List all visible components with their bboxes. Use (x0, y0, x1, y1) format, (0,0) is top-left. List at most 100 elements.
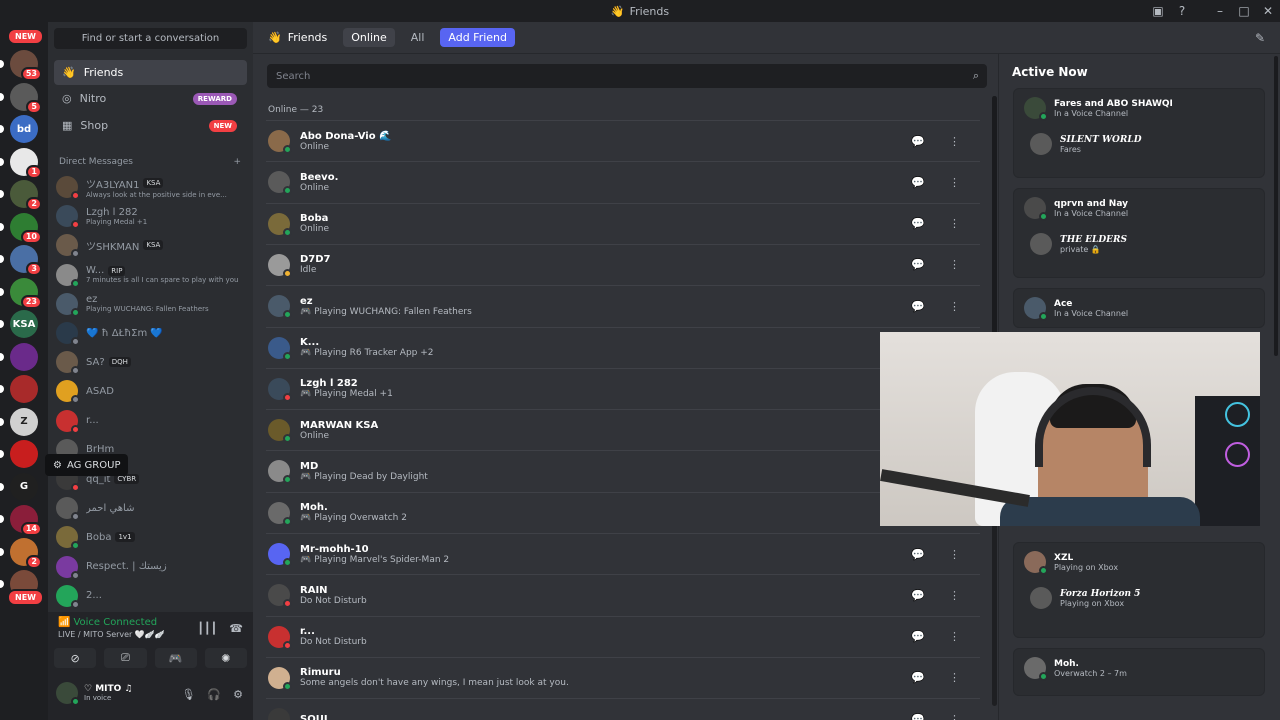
minimize-button[interactable]: – (1208, 4, 1232, 18)
more-icon[interactable]: ⋮ (949, 589, 960, 602)
settings-icon[interactable]: ⚙ (233, 688, 243, 701)
camera-button[interactable]: ⊘ (54, 648, 97, 668)
server-icon[interactable]: 2 (10, 180, 42, 211)
friend-row[interactable]: ez 🎮 Playing WUCHANG: Fallen Feathers 💬 ⋮ (266, 285, 980, 326)
find-conversation-button[interactable]: Find or start a conversation (54, 28, 247, 49)
message-icon[interactable]: 💬 (911, 300, 925, 313)
server-icon[interactable] (10, 342, 38, 371)
dm-item[interactable]: شاهي احمر (56, 494, 246, 522)
new-group-dm-icon[interactable]: ✎ (1255, 31, 1265, 45)
message-icon[interactable]: 💬 (911, 135, 925, 148)
server-icon[interactable]: bd (10, 115, 38, 143)
more-icon[interactable]: ⋮ (949, 176, 960, 189)
friend-row[interactable]: SOUL 💬 ⋮ (266, 698, 980, 720)
inbox-icon[interactable]: ▣ (1146, 4, 1170, 18)
nav-shop[interactable]: ▦ Shop NEW (54, 113, 247, 138)
dm-item[interactable]: Respect. | زيستك (56, 553, 246, 581)
friend-row[interactable]: Abo Dona-Vio 🌊 Online 💬 ⋮ (266, 120, 980, 161)
headphones-icon[interactable]: 🎧 (207, 688, 221, 701)
dm-item[interactable]: 💙 ħ ΔŁħΣm 💙 (56, 319, 246, 347)
activity-card[interactable]: XZL Playing on Xbox Forza Horizon 5 Play… (1013, 542, 1265, 638)
maximize-button[interactable]: □ (1232, 4, 1256, 18)
message-icon[interactable]: 💬 (911, 630, 925, 643)
friend-row[interactable]: D7D7 Idle 💬 ⋮ (266, 243, 980, 285)
message-icon[interactable]: 💬 (911, 671, 925, 684)
dm-item[interactable]: ez Playing WUCHANG: Fallen Feathers (56, 290, 246, 318)
friend-row[interactable]: Moh. 🎮 Playing Overwatch 2 💬⋮ (266, 491, 980, 533)
message-icon[interactable]: 💬 (911, 176, 925, 189)
server-icon[interactable]: Z (10, 407, 38, 436)
server-icon[interactable]: 3 (10, 245, 42, 276)
friend-row[interactable]: Lzgh l 282 🎮 Playing Medal +1 💬⋮ (266, 367, 980, 409)
more-icon[interactable]: ⋮ (949, 217, 960, 230)
server-icon[interactable] (10, 375, 38, 403)
activity-card[interactable]: Moh. Overwatch 2 – 7m (1013, 648, 1265, 696)
server-icon[interactable]: 10 (10, 212, 42, 244)
dm-item[interactable]: ASAD (56, 377, 246, 405)
add-friend-button[interactable]: Add Friend (440, 28, 516, 47)
dm-item[interactable]: 2... (56, 582, 246, 610)
search-input[interactable]: Search ⌕ (267, 64, 987, 88)
more-icon[interactable]: ⋮ (949, 671, 960, 684)
server-icon[interactable]: G (10, 472, 38, 501)
more-icon[interactable]: ⋮ (949, 630, 960, 643)
create-dm-button[interactable]: + (233, 157, 241, 167)
friend-row[interactable]: RAIN Do Not Disturb 💬 ⋮ (266, 574, 980, 615)
message-icon[interactable]: 💬 (911, 713, 925, 720)
friend-row[interactable]: Rimuru Some angels don't have any wings,… (266, 656, 980, 698)
user-info[interactable]: ♡ MITO ♫ In voice (56, 682, 133, 706)
voice-channel[interactable]: LIVE / MITO Server 🤍🪽🪽 (58, 630, 165, 639)
friend-row[interactable]: Mr-mohh-10 🎮 Playing Marvel's Spider-Man… (266, 533, 980, 574)
voice-status[interactable]: 📶 Voice Connected (58, 617, 157, 628)
activity-button[interactable]: 🎮 (154, 648, 197, 668)
friend-row[interactable]: Beevo. Online 💬 ⋮ (266, 161, 980, 202)
server-icon[interactable]: 14 (10, 505, 42, 536)
dm-item[interactable]: ツSHKMAN KSA (56, 231, 246, 259)
dm-item[interactable]: SA? DQH (56, 348, 246, 376)
message-icon[interactable]: 💬 (911, 548, 925, 561)
dm-item[interactable]: r... (56, 407, 246, 435)
disconnect-icon[interactable]: ☎ (229, 622, 243, 635)
server-icon[interactable]: 2 (10, 537, 42, 569)
screen-share-button[interactable]: ⎚ (104, 648, 147, 668)
help-icon[interactable]: ? (1170, 4, 1194, 18)
dm-item[interactable]: Lzgh l 282 Playing Medal +1 (56, 202, 246, 230)
message-icon[interactable]: 💬 (911, 589, 925, 602)
more-icon[interactable]: ⋮ (949, 258, 960, 271)
noise-suppression-icon[interactable]: ┃┃┃ (197, 622, 217, 635)
more-icon[interactable]: ⋮ (949, 548, 960, 561)
server-icon[interactable]: 1 (10, 147, 42, 179)
dm-item[interactable]: Boba 1v1 (56, 523, 246, 551)
dm-item[interactable]: W... RIP 7 minutes is all I can spare to … (56, 261, 246, 289)
avatar (56, 526, 80, 551)
server-icon[interactable]: 5 (10, 82, 42, 114)
friend-row[interactable]: Boba Online 💬 ⋮ (266, 202, 980, 244)
close-button[interactable]: ✕ (1256, 4, 1280, 18)
friend-row[interactable]: r... Do Not Disturb 💬 ⋮ (266, 615, 980, 657)
nav-friends[interactable]: 👋 Friends (54, 60, 247, 85)
more-icon[interactable]: ⋮ (949, 135, 960, 148)
more-icon[interactable]: ⋮ (949, 300, 960, 313)
server-icon[interactable]: 23 (10, 277, 42, 309)
microphone-icon[interactable]: 🎙 (181, 688, 195, 701)
more-icon[interactable]: ⋮ (949, 713, 960, 720)
friend-row[interactable]: MD 🎮 Playing Dead by Daylight 💬⋮ (266, 450, 980, 491)
friend-row[interactable]: K... 🎮 Playing R6 Tracker App +2 💬⋮ (266, 326, 980, 368)
dm-item[interactable]: ツA3LYAN1 KSA Always look at the positive … (56, 173, 246, 201)
tab-online[interactable]: Online (343, 28, 395, 47)
reward-badge: REWARD (192, 92, 237, 105)
voice-action-buttons: ⊘ ⎚ 🎮 ✺ (54, 648, 247, 668)
message-icon[interactable]: 💬 (911, 217, 925, 230)
server-icon[interactable] (10, 440, 38, 468)
server-icon[interactable]: KSA (10, 310, 38, 338)
activity-card[interactable]: qprvn and Nay In a Voice Channel THE ELD… (1013, 188, 1265, 278)
nav-nitro[interactable]: ◎ Nitro REWARD (54, 86, 247, 111)
friend-row[interactable]: MARWAN KSA Online 💬⋮ (266, 409, 980, 450)
tab-all[interactable]: All (403, 28, 433, 47)
soundboard-button[interactable]: ✺ (204, 648, 247, 668)
server-icon[interactable]: 53 (10, 50, 42, 81)
activity-card[interactable]: Fares and ABO SHAWQI In a Voice Channel … (1013, 88, 1265, 178)
message-icon[interactable]: 💬 (911, 258, 925, 271)
activity-card[interactable]: Ace In a Voice Channel (1013, 288, 1265, 328)
active-now-scrollbar[interactable] (1274, 56, 1278, 356)
